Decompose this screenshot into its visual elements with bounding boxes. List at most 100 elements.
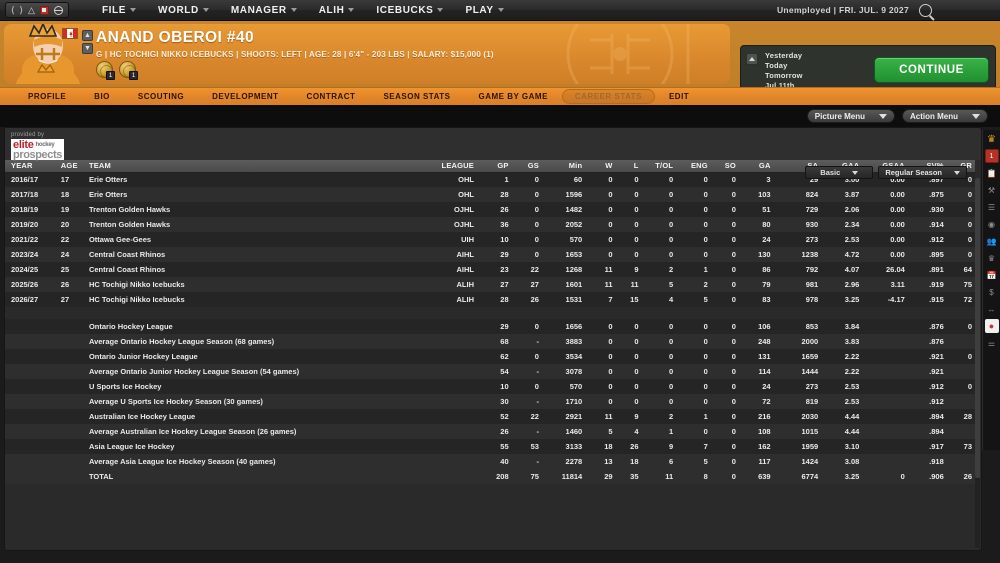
trophy-icon[interactable]: ♛	[985, 251, 999, 265]
menu-item-icebucks-label: ICEBUCKS	[376, 4, 434, 16]
picture-menu-button[interactable]: Picture Menu	[806, 109, 895, 123]
menu-item-world[interactable]: WORLD	[147, 2, 220, 19]
tab-bio[interactable]: BIO	[80, 90, 124, 103]
cell-tol: 6	[668, 457, 674, 466]
globe-icon[interactable]	[53, 5, 63, 15]
summary-row[interactable]: Average Asia League Ice Hockey Season (4…	[5, 454, 975, 469]
table-row[interactable]: 2017/18 18 Erie Otters OHL 28 0 1596 0 0 0 0 0 103 82…	[5, 187, 975, 202]
provided-by-label: provided by	[11, 132, 45, 138]
tab-profile[interactable]: PROFILE	[14, 90, 80, 103]
cell-l: 35	[630, 472, 639, 481]
globe-square-icon[interactable]: ◉	[985, 217, 999, 231]
japan-flag-icon[interactable]: ●	[984, 319, 999, 333]
cell-gr	[947, 424, 975, 439]
col-eng[interactable]: ENG	[676, 160, 711, 173]
col-min[interactable]: Min	[541, 160, 586, 173]
action-menu-button[interactable]: Action Menu	[902, 109, 988, 123]
table-row[interactable]: 2018/19 19 Trenton Golden Hawks OJHL 26 0 1482…	[5, 202, 975, 217]
cell-min: 570	[569, 382, 583, 391]
col-l[interactable]: L	[615, 160, 642, 173]
money-person-icon[interactable]: $	[985, 285, 999, 299]
crown-icon[interactable]: ♛	[985, 132, 999, 146]
alert-icon[interactable]: 1	[984, 149, 999, 163]
col-tol[interactable]: T/OL	[641, 160, 677, 173]
menu-item-manager[interactable]: MANAGER	[220, 2, 308, 19]
cell-gp: 1	[504, 175, 509, 185]
list-icon[interactable]: ☰	[985, 200, 999, 214]
menu-item-alih[interactable]: ALIH	[308, 2, 366, 19]
trophy-medal-icon[interactable]: 1	[96, 61, 115, 80]
right-icon-rail: ♛ 1 📋 ⚒ ☰ ◉ 👥 ♛ 📅 $ ↔ ● ⚌	[982, 130, 1000, 450]
search-icon[interactable]	[919, 3, 932, 17]
cell-min: 3883	[565, 337, 583, 346]
cell-league-empty	[429, 379, 477, 394]
col-ga[interactable]: GA	[738, 160, 774, 173]
menu-item-icebucks[interactable]: ICEBUCKS	[365, 2, 454, 19]
cell-sa: 273	[805, 382, 819, 391]
tab-career-stats[interactable]: CAREER STATS	[561, 89, 655, 104]
table-row[interactable]: 2025/26 26 HC Tochigi Nikko Icebucks ALIH 27…	[5, 277, 975, 292]
lines-icon[interactable]: ⚌	[985, 336, 999, 350]
cell-gs: -	[536, 367, 539, 376]
summary-row[interactable]: Australian Ice Hockey League 52 22 2921 11 9 2…	[5, 409, 975, 424]
continue-button[interactable]: CONTINUE	[874, 57, 989, 83]
cell-gaa: 2.22	[844, 367, 860, 376]
trophy-medal-icon[interactable]: 1	[119, 61, 138, 80]
panel-scrollbar[interactable]	[975, 178, 980, 548]
date-item-today[interactable]: Today	[765, 61, 803, 70]
col-team[interactable]: TEAM	[82, 160, 430, 173]
people-icon[interactable]: 👥	[985, 234, 999, 248]
col-league[interactable]: LEAGUE	[429, 160, 477, 173]
tab-edit[interactable]: EDIT	[655, 90, 703, 103]
clipboard-icon[interactable]: 📋	[985, 166, 999, 180]
handshake-icon[interactable]: ↔	[985, 302, 999, 316]
table-row[interactable]: 2024/25 25 Central Coast Rhinos AIHL 23 22 126…	[5, 262, 975, 277]
menu-item-file[interactable]: FILE	[91, 2, 147, 19]
scroll-up-icon[interactable]	[746, 53, 758, 65]
summary-row[interactable]: Average Ontario Junior Hockey League Sea…	[5, 364, 975, 379]
season-type-filter-button[interactable]: Regular Season	[878, 166, 967, 179]
whistle-icon[interactable]: ⚒	[985, 183, 999, 197]
tab-contract[interactable]: CONTRACT	[293, 90, 370, 103]
tab-season-stats[interactable]: SEASON STATS	[369, 90, 464, 103]
player-form-badges: ▲ ▼	[82, 30, 93, 54]
nav-icon-group[interactable]: ⟨ ⟩ △	[5, 2, 69, 18]
news-icon[interactable]	[39, 5, 49, 15]
cell-sa: 6774	[801, 472, 819, 481]
tab-game-by-game[interactable]: GAME BY GAME	[464, 90, 561, 103]
summary-row[interactable]: Average Ontario Hockey League Season (68…	[5, 334, 975, 349]
tab-scouting[interactable]: SCOUTING	[124, 90, 198, 103]
table-row[interactable]: 2026/27 27 HC Tochigi Nikko Icebucks ALIH 28…	[5, 292, 975, 307]
summary-row[interactable]: U Sports Ice Hockey 10 0 570 0 0 0 0 0 24 273 2.53.…	[5, 379, 975, 394]
tab-development[interactable]: DEVELOPMENT	[198, 90, 292, 103]
summary-row[interactable]: Asia League Ice Hockey 55 53 3133 18 26 9 7 0 162…	[5, 439, 975, 454]
back-icon[interactable]: ⟨	[11, 5, 15, 15]
chevron-down-icon	[130, 8, 137, 12]
home-icon[interactable]: △	[28, 5, 35, 15]
cell-min: 2921	[565, 412, 583, 421]
summary-row[interactable]: Average Australian Ice Hockey League Sea…	[5, 424, 975, 439]
scrollbar-thumb[interactable]	[975, 178, 980, 478]
date-item-yesterday[interactable]: Yesterday	[765, 51, 803, 60]
col-so[interactable]: SO	[710, 160, 739, 173]
chevron-down-icon	[852, 170, 859, 175]
basic-filter-button[interactable]: Basic	[805, 166, 874, 179]
table-row[interactable]: 2021/22 22 Ottawa Gee-Gees UIH 10 0 570 0 0 0 0 0 24…	[5, 232, 975, 247]
summary-row[interactable]: Ontario Junior Hockey League 62 0 3534 0 0 0 0 0…	[5, 349, 975, 364]
cell-gsaa: 0.00	[890, 220, 905, 229]
summary-row[interactable]: Average U Sports Ice Hockey Season (30 g…	[5, 394, 975, 409]
col-gs[interactable]: GS	[511, 160, 542, 173]
date-item-tomorrow[interactable]: Tomorrow	[765, 71, 803, 80]
menu-item-play[interactable]: PLAY	[454, 2, 514, 19]
col-gp[interactable]: GP	[476, 160, 512, 173]
table-row[interactable]: 2023/24 24 Central Coast Rhinos AIHL 29 0 1653…	[5, 247, 975, 262]
cell-w: 0	[608, 322, 613, 331]
cell-w: 0	[608, 205, 613, 214]
col-w[interactable]: W	[585, 160, 616, 173]
forward-icon[interactable]: ⟩	[20, 5, 24, 15]
summary-row[interactable]: Ontario Hockey League 29 0 1656 0 0 0 0 0 106 853 3…	[5, 319, 975, 334]
cell-gr: 28	[963, 412, 972, 421]
table-row[interactable]: 2019/20 20 Trenton Golden Hawks OJHL 36 0 2052…	[5, 217, 975, 232]
cell-tol: 1	[668, 427, 674, 436]
calendar-icon[interactable]: 📅	[985, 268, 999, 282]
